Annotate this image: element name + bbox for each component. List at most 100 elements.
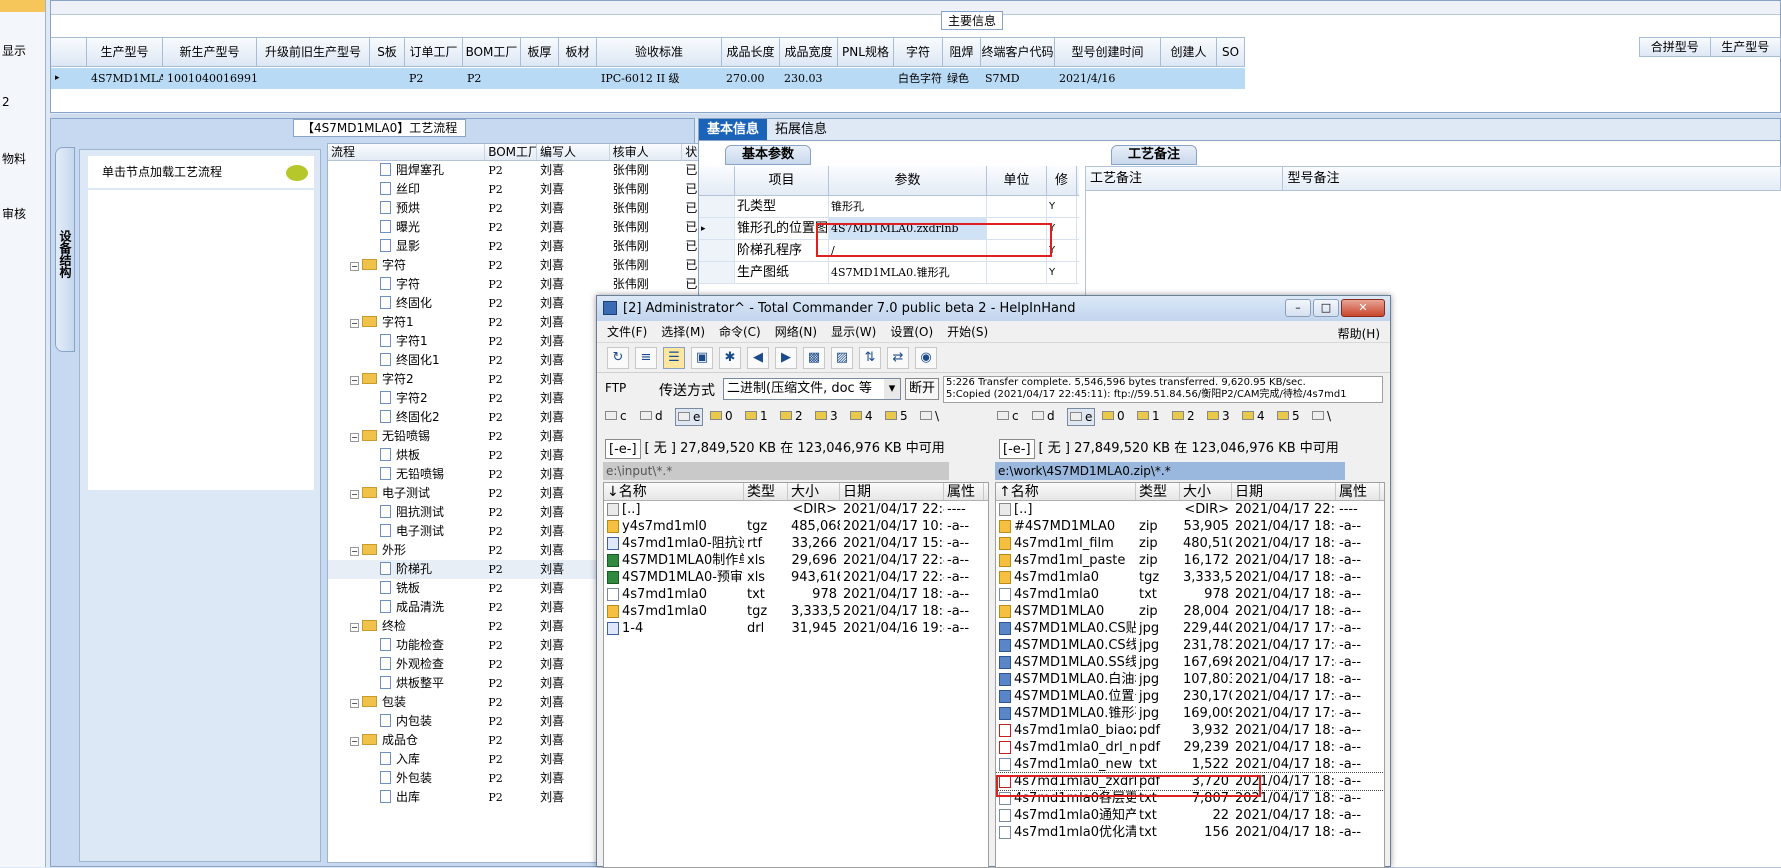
main-col-header[interactable]: 新生产型号 (163, 38, 257, 66)
process-row[interactable]: 曝光P2刘喜张伟刚已审核 (328, 218, 742, 237)
param-col-header[interactable]: 参数 (829, 166, 987, 195)
process-row[interactable]: 丝印P2刘喜张伟刚已审核 (328, 180, 742, 199)
file-row[interactable]: 4S7MD1MLA0.锥形孔jpg169,0092021/04/17 17:44… (996, 705, 1384, 722)
collapse-icon[interactable]: − (350, 737, 359, 746)
file-col-header[interactable]: ↑名称 (996, 483, 1136, 500)
file-row[interactable]: 4s7md1ml_filmzip480,5102021/04/17 18:06-… (996, 535, 1384, 552)
col-header-flow[interactable]: 流程 (328, 144, 485, 160)
main-cell[interactable]: 4S7MD1MLA0 (87, 68, 163, 89)
main-col-header[interactable]: 型号创建时间 (1055, 38, 1161, 66)
collapse-icon[interactable]: − (350, 547, 359, 556)
file-row[interactable]: 4S7MD1MLA0.CS线宽jpg231,7812021/04/17 17:4… (996, 637, 1384, 654)
file-row[interactable]: #4S7MD1MLA0zip53,9052021/04/17 18:07-a-- (996, 518, 1384, 535)
drive-button[interactable]: 3 (1207, 408, 1230, 424)
main-col-header[interactable]: 验收标准 (597, 38, 722, 66)
drive-button[interactable]: 2 (1172, 408, 1195, 424)
chevron-down-icon[interactable]: ▾ (884, 379, 900, 399)
left-nav-item[interactable]: 物料 (2, 150, 26, 167)
main-cell[interactable]: 270.00 (722, 68, 780, 89)
notes-col-header[interactable]: 型号备注 (1283, 167, 1781, 190)
drive-button[interactable]: 1 (745, 408, 768, 424)
drive-button[interactable]: e (1067, 408, 1095, 426)
file-row[interactable]: [..]<DIR>2021/04/17 22:48---- (604, 501, 988, 518)
main-col-header[interactable]: 升级前旧生产型号 (257, 38, 370, 66)
main-cell[interactable] (1217, 68, 1245, 89)
process-row[interactable]: 字符P2刘喜张伟刚已审核 (328, 275, 742, 294)
menu-item[interactable]: 开始(S) (947, 321, 988, 342)
invert-selection-icon[interactable]: ✱ (719, 347, 741, 369)
main-cell[interactable]: P2 (463, 68, 521, 89)
main-col-header[interactable]: 终端客户代码 (981, 38, 1055, 66)
main-col-header[interactable]: SO (1217, 38, 1245, 66)
menu-item[interactable]: 显示(W) (831, 321, 876, 342)
file-col-header[interactable]: 类型 (744, 483, 788, 500)
unpack-icon[interactable]: ▨ (831, 347, 853, 369)
drive-button[interactable]: e (675, 408, 703, 426)
drive-button[interactable]: 0 (1102, 408, 1125, 424)
file-row[interactable]: 4s7md1mla0_drl_mappdf29,2392021/04/17 18… (996, 739, 1384, 756)
file-col-header[interactable]: 类型 (1136, 483, 1180, 500)
main-cell[interactable]: P2 (405, 68, 463, 89)
drive-button[interactable]: d (640, 408, 663, 424)
row-indicator[interactable]: ▸ (51, 68, 87, 89)
full-view-icon[interactable]: ☰ (663, 347, 685, 369)
file-row[interactable]: 4s7md1mla0_newtxt1,5222021/04/17 18:04-a… (996, 756, 1384, 773)
menu-item[interactable]: 选择(M) (661, 321, 705, 342)
collapse-icon[interactable]: − (350, 623, 359, 632)
transfer-mode-select[interactable]: 二进制(压缩文件, doc 等▾ (723, 378, 901, 400)
main-col-header[interactable]: 成品宽度 (780, 38, 838, 66)
main-info-row[interactable]: ▸4S7MD1MLA010010400169910P2P2IPC-6012 II… (51, 68, 1245, 89)
left-nav-item[interactable]: 2 (2, 95, 10, 109)
main-cell[interactable]: 白色字符 (894, 68, 943, 89)
main-col-header[interactable]: 字符 (894, 38, 943, 66)
drive-button[interactable]: 4 (850, 408, 873, 424)
collapse-icon[interactable]: − (350, 433, 359, 442)
back-icon[interactable]: ◀ (747, 347, 769, 369)
param-row[interactable]: 生产图纸4S7MD1MLA0.锥形孔Y (699, 262, 1079, 284)
drive-button[interactable]: 0 (710, 408, 733, 424)
main-cell[interactable] (838, 68, 894, 89)
drive-button[interactable]: 1 (1137, 408, 1160, 424)
param-row[interactable]: 孔类型锥形孔Y (699, 196, 1079, 218)
left-drive-select[interactable]: [-e-] (605, 439, 641, 459)
file-col-header[interactable]: 属性 (944, 483, 984, 500)
main-cell[interactable]: 绿色 (943, 68, 981, 89)
main-cell[interactable]: S7MD (981, 68, 1055, 89)
param-col-header[interactable]: 项目 (735, 166, 829, 195)
right-path[interactable]: e:\work\4S7MD1MLA0.zip\*.* (995, 462, 1345, 480)
menu-item[interactable]: 网络(N) (775, 321, 817, 342)
file-row[interactable]: 4s7md1mla0-阻抗设?.rtf33,2662021/04/17 15:0… (604, 535, 988, 552)
main-col-header[interactable]: 板厚 (521, 38, 559, 66)
collapse-icon[interactable]: − (350, 699, 359, 708)
drive-button[interactable]: c (605, 408, 627, 424)
file-row[interactable]: 4S7MD1MLA0.CS贴片jpg229,4402021/04/17 17:4… (996, 620, 1384, 637)
pack-icon[interactable]: ▩ (803, 347, 825, 369)
drive-button[interactable]: 5 (1277, 408, 1300, 424)
menu-help[interactable]: 帮助(H) (1338, 325, 1380, 342)
main-col-header[interactable]: 创建人 (1161, 38, 1217, 66)
param-col-header[interactable]: 单位 (987, 166, 1047, 195)
collapse-icon[interactable]: − (350, 490, 359, 499)
menu-item[interactable]: 设置(O) (890, 321, 933, 342)
file-row[interactable]: 4s7md1mla0优化清单txt1562021/04/17 18:04-a-- (996, 824, 1384, 841)
param-value[interactable]: 锥形孔 (829, 196, 987, 217)
file-row[interactable]: y4s7md1ml0tgz485,0682021/04/17 10:18-a-- (604, 518, 988, 535)
collapse-icon[interactable]: − (350, 319, 359, 328)
file-col-header[interactable]: 大小 (1180, 483, 1232, 500)
drive-button[interactable]: 3 (815, 408, 838, 424)
left-nav-item[interactable]: 显示 (2, 42, 26, 59)
col-header-bom[interactable]: BOM工厂 (485, 144, 537, 160)
file-row[interactable]: 4S7MD1MLA0-预审?.xls943,6162021/04/17 22:4… (604, 569, 988, 586)
collapse-icon[interactable]: − (350, 262, 359, 271)
main-cell[interactable]: IPC-6012 II 级 (597, 68, 722, 89)
file-col-header[interactable]: 日期 (840, 483, 944, 500)
param-col-header[interactable]: 修 (1047, 166, 1077, 195)
file-col-header[interactable]: ↓名称 (604, 483, 744, 500)
tab-basic-info[interactable]: 基本信息 (699, 119, 767, 140)
drive-button[interactable]: 2 (780, 408, 803, 424)
main-cell[interactable] (257, 68, 370, 89)
collapse-icon[interactable]: − (350, 376, 359, 385)
process-row[interactable]: 阻焊塞孔P2刘喜张伟刚已审核 (328, 161, 742, 180)
refresh-icon[interactable]: ↻ (607, 347, 629, 369)
file-row[interactable]: [..]<DIR>2021/04/17 22:22---- (996, 501, 1384, 518)
